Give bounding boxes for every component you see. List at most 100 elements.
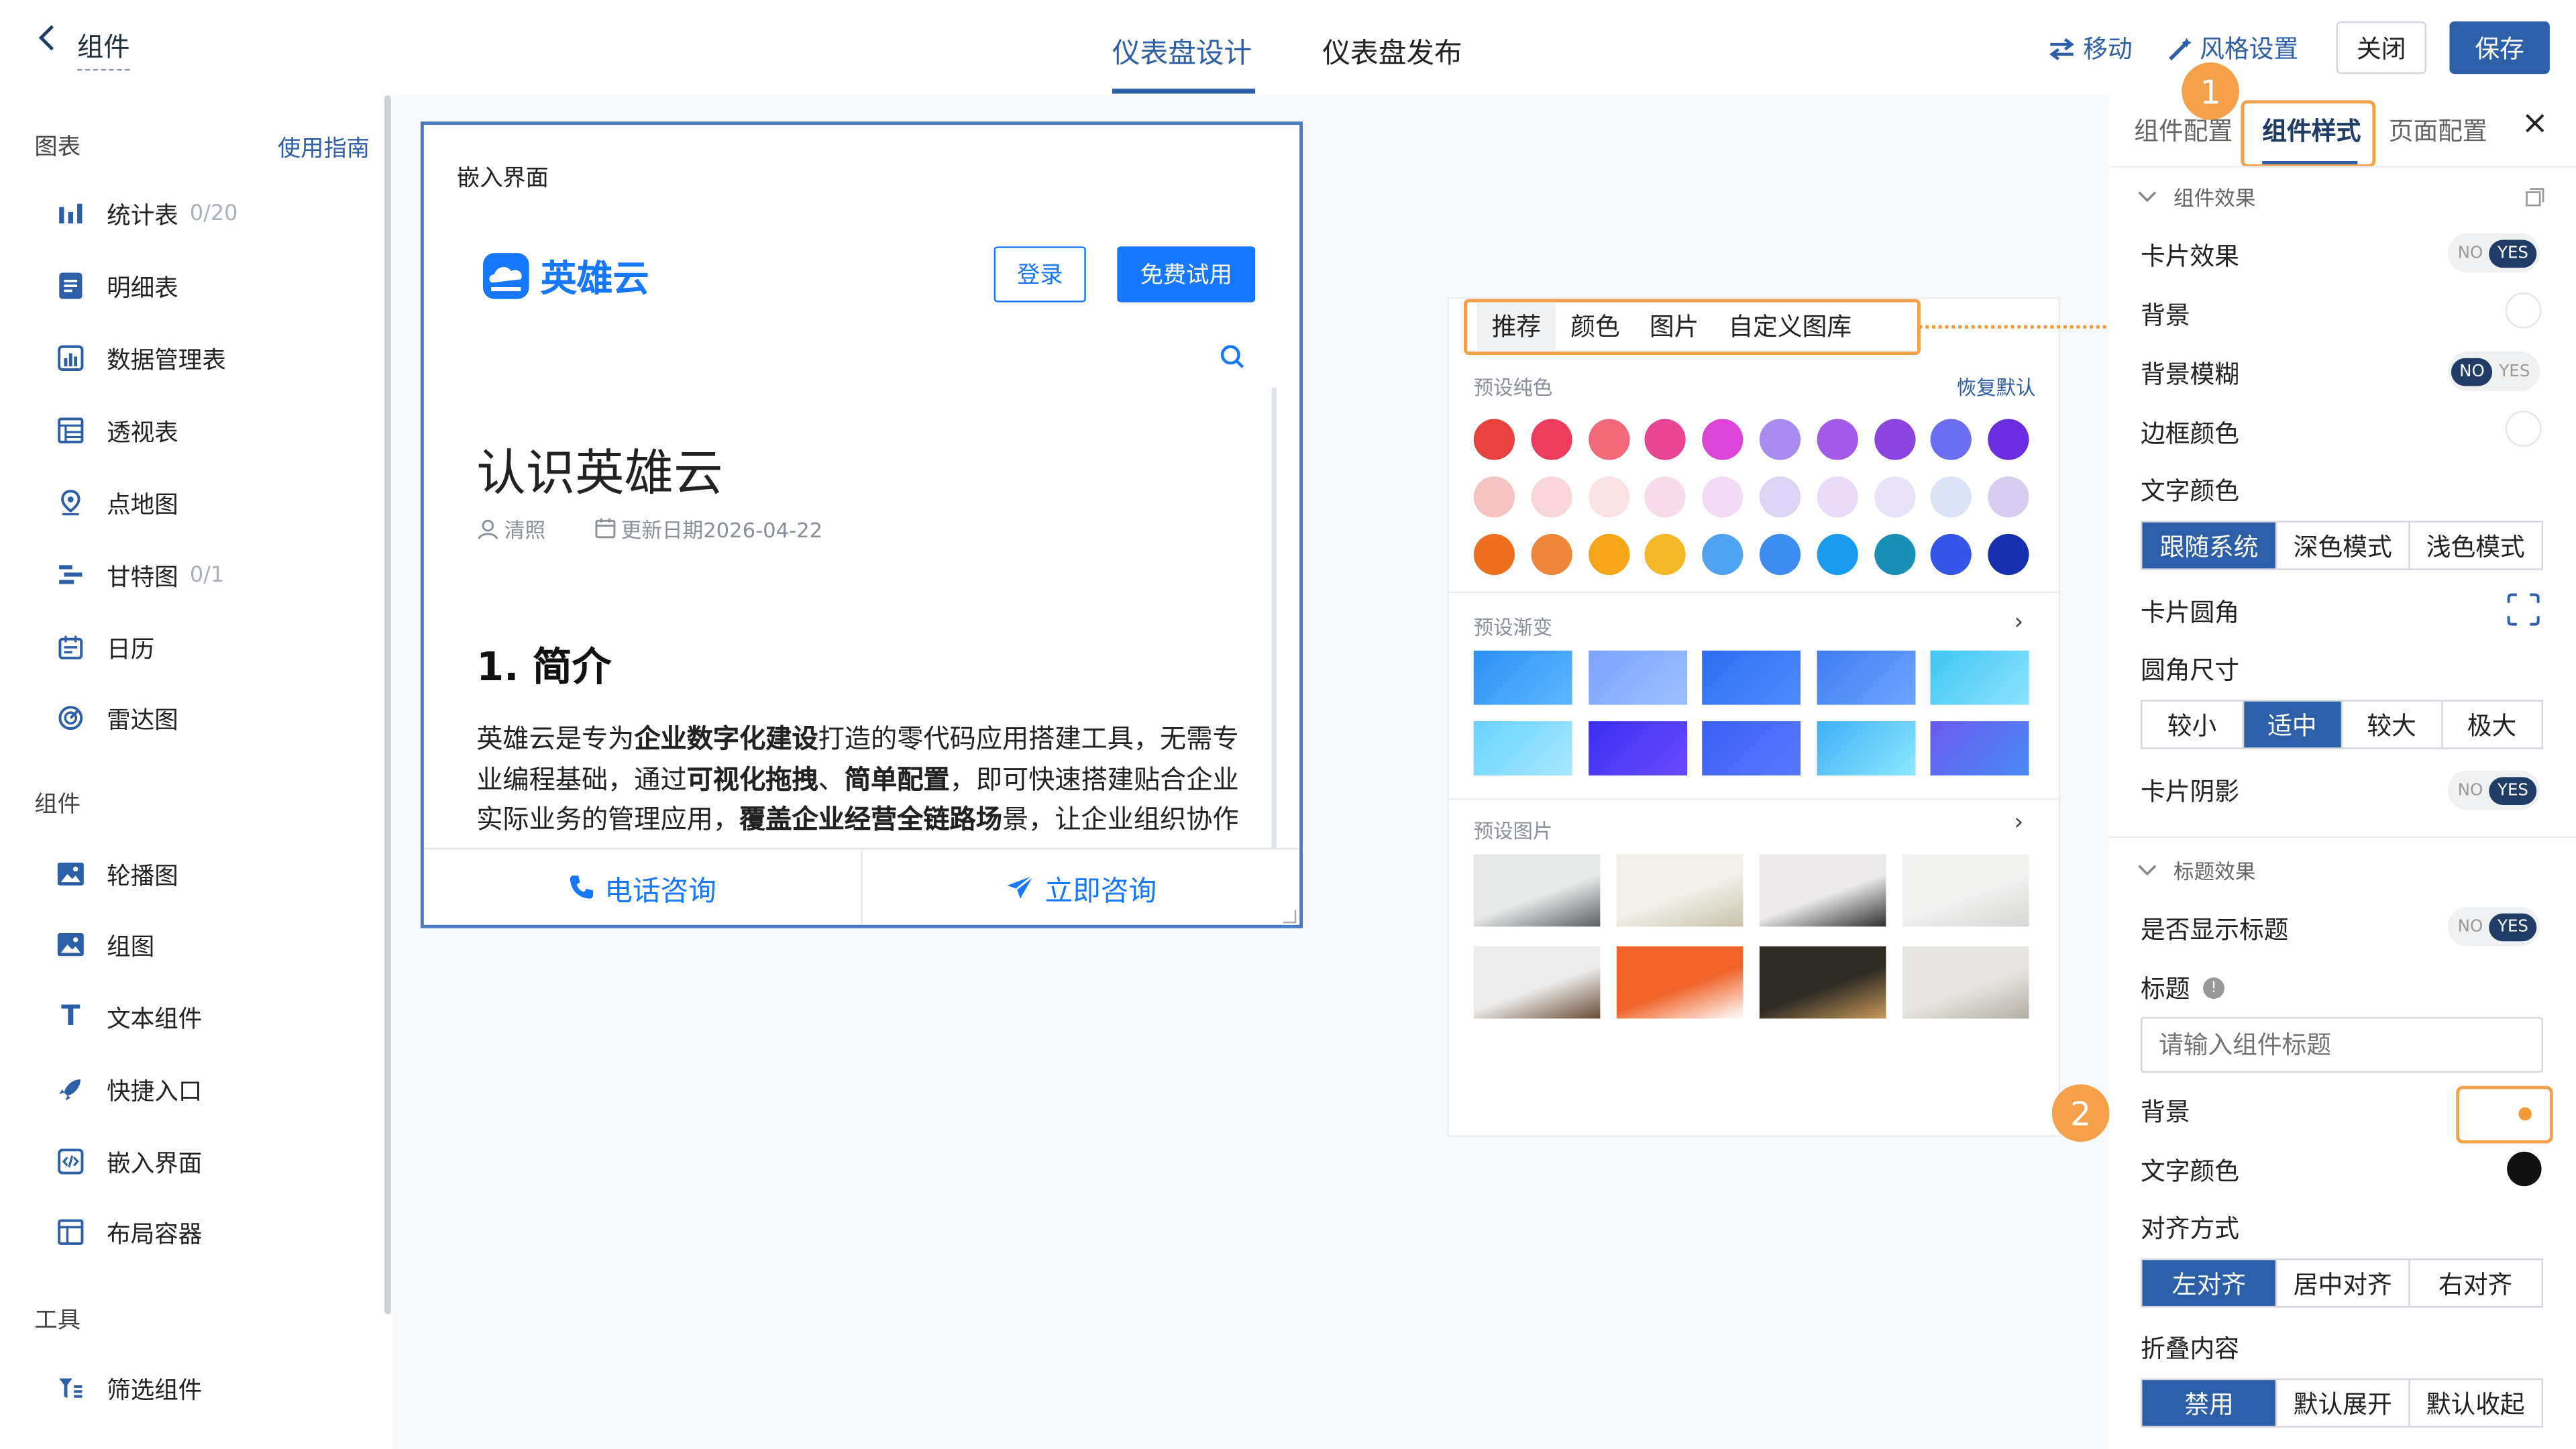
color-swatch[interactable]	[1645, 419, 1686, 460]
gradient-swatch[interactable]	[1473, 650, 1572, 705]
align-option[interactable]: 右对齐	[2408, 1260, 2541, 1306]
sidebar-item-filter[interactable]: 筛选组件	[56, 1370, 202, 1406]
sidebar-item-detail-table[interactable]: 明细表	[56, 268, 178, 304]
picker-tab-image[interactable]: 图片	[1635, 303, 1714, 352]
tab-dashboard-publish[interactable]: 仪表盘发布	[1322, 30, 1462, 95]
save-button[interactable]: 保存	[2449, 21, 2550, 74]
align-option[interactable]: 左对齐	[2142, 1260, 2276, 1306]
preset-image-thumbnail[interactable]	[1902, 854, 2029, 927]
gradient-swatch[interactable]	[1702, 721, 1801, 775]
color-swatch[interactable]	[1530, 476, 1572, 518]
preset-image-thumbnail[interactable]	[1473, 854, 1601, 927]
sidebar-item-quick-entry[interactable]: 快捷入口	[56, 1071, 202, 1108]
group-component-effect[interactable]: 组件效果	[2137, 180, 2255, 212]
sidebar-item-calendar[interactable]: 日历	[56, 629, 154, 665]
close-button[interactable]: 关闭	[2336, 21, 2427, 74]
color-swatch[interactable]	[1473, 419, 1515, 460]
chevron-left-icon[interactable]	[36, 23, 59, 60]
gradient-swatch[interactable]	[1816, 721, 1915, 775]
phone-consult-button[interactable]: 电话咨询	[424, 849, 861, 925]
gradient-swatch[interactable]	[1930, 650, 2029, 705]
color-swatch[interactable]	[1530, 533, 1572, 576]
brand-logo[interactable]: 英雄云	[483, 250, 649, 302]
color-swatch[interactable]	[1931, 476, 1972, 518]
color-swatch[interactable]	[1473, 476, 1515, 518]
sidebar-item-carousel[interactable]: 轮播图	[56, 856, 178, 892]
color-swatch[interactable]	[1588, 476, 1629, 518]
resize-handle[interactable]	[1283, 910, 1297, 924]
color-swatch[interactable]	[1473, 533, 1515, 576]
card-shadow-toggle[interactable]: NO YES	[2447, 770, 2540, 810]
color-swatch[interactable]	[1931, 419, 1972, 460]
reset-default-link[interactable]: 恢复默认	[1957, 373, 2036, 401]
color-swatch[interactable]	[1874, 476, 1915, 518]
preset-image-thumbnail[interactable]	[1902, 946, 2029, 1019]
picker-tab-recommended[interactable]: 推荐	[1477, 302, 1556, 352]
title-bg-color-picker[interactable]	[2518, 1107, 2532, 1121]
gradient-swatch[interactable]	[1930, 721, 2029, 775]
radius-option[interactable]: 适中	[2241, 701, 2341, 748]
sidebar-item-data-management-table[interactable]: 数据管理表	[56, 340, 226, 376]
text-mode-option[interactable]: 深色模式	[2275, 522, 2408, 569]
copy-icon[interactable]	[2525, 182, 2544, 214]
color-swatch[interactable]	[1988, 533, 2029, 576]
sidebar-item-text[interactable]: T 文本组件	[56, 999, 202, 1035]
sidebar-item-image-group[interactable]: 组图	[56, 926, 154, 963]
collapse-option[interactable]: 默认展开	[2275, 1380, 2408, 1426]
sidebar-item-layout-container[interactable]: 布局容器	[56, 1214, 202, 1250]
bg-blur-toggle[interactable]: NO YES	[2447, 352, 2540, 391]
color-swatch[interactable]	[1759, 476, 1801, 518]
color-swatch[interactable]	[1988, 476, 2029, 518]
info-icon[interactable]: !	[2203, 977, 2224, 999]
gradient-swatch[interactable]	[1816, 650, 1915, 705]
text-mode-option[interactable]: 浅色模式	[2408, 522, 2541, 569]
consult-now-button[interactable]: 立即咨询	[861, 849, 1299, 925]
color-swatch[interactable]	[1588, 419, 1629, 460]
color-swatch[interactable]	[1588, 533, 1629, 576]
color-swatch[interactable]	[1874, 419, 1915, 460]
search-icon[interactable]	[1219, 343, 1245, 376]
sidebar-item-pivot-table[interactable]: 透视表	[56, 413, 178, 449]
close-icon[interactable]	[2524, 109, 2546, 143]
color-swatch[interactable]	[1702, 533, 1743, 576]
collapse-option[interactable]: 禁用	[2142, 1380, 2276, 1426]
color-swatch[interactable]	[1645, 476, 1686, 518]
picker-tab-color[interactable]: 颜色	[1556, 303, 1635, 352]
text-mode-option[interactable]: 跟随系统	[2142, 522, 2276, 569]
color-swatch[interactable]	[1931, 533, 1972, 576]
sidebar-item-gantt[interactable]: 甘特图 0/1	[56, 557, 224, 593]
sidebar-item-point-map[interactable]: 点地图	[56, 484, 178, 521]
show-title-toggle[interactable]: NO YES	[2447, 906, 2540, 947]
guide-link[interactable]: 使用指南	[278, 131, 370, 164]
sidebar-item-statistics-table[interactable]: 统计表 0/20	[56, 195, 237, 231]
color-swatch[interactable]	[1759, 419, 1801, 460]
preset-image-thumbnail[interactable]	[1759, 854, 1886, 927]
gradient-swatch[interactable]	[1473, 721, 1572, 775]
group-title-effect[interactable]: 标题效果	[2137, 854, 2255, 885]
sidebar-item-radar[interactable]: 雷达图	[56, 700, 178, 736]
align-option[interactable]: 居中对齐	[2275, 1260, 2408, 1306]
picker-tab-custom-gallery[interactable]: 自定义图库	[1713, 303, 1866, 352]
preset-image-thumbnail[interactable]	[1616, 854, 1743, 927]
collapse-option[interactable]: 默认收起	[2408, 1380, 2541, 1426]
color-swatch[interactable]	[1874, 533, 1915, 576]
preset-image-thumbnail[interactable]	[1616, 946, 1743, 1019]
tab-page-config[interactable]: 页面配置	[2389, 113, 2487, 148]
sidebar-scrollbar[interactable]	[384, 95, 391, 1315]
corner-radius-icon[interactable]	[2507, 593, 2540, 633]
color-swatch[interactable]	[1702, 476, 1743, 518]
color-swatch[interactable]	[1759, 533, 1801, 576]
login-button[interactable]: 登录	[994, 246, 1086, 303]
radius-option[interactable]: 极大	[2440, 701, 2542, 748]
free-trial-button[interactable]: 免费试用	[1117, 246, 1256, 303]
app-title[interactable]: 组件	[77, 25, 130, 71]
color-swatch[interactable]	[1817, 533, 1858, 576]
border-color-picker[interactable]	[2505, 411, 2542, 447]
sidebar-item-embed[interactable]: 嵌入界面	[56, 1143, 202, 1179]
title-input[interactable]	[2141, 1016, 2544, 1073]
color-swatch[interactable]	[1817, 419, 1858, 460]
preset-image-thumbnail[interactable]	[1759, 946, 1886, 1019]
color-swatch[interactable]	[1817, 476, 1858, 518]
card-effect-toggle[interactable]: NO YES	[2447, 233, 2540, 273]
color-swatch[interactable]	[1645, 533, 1686, 576]
